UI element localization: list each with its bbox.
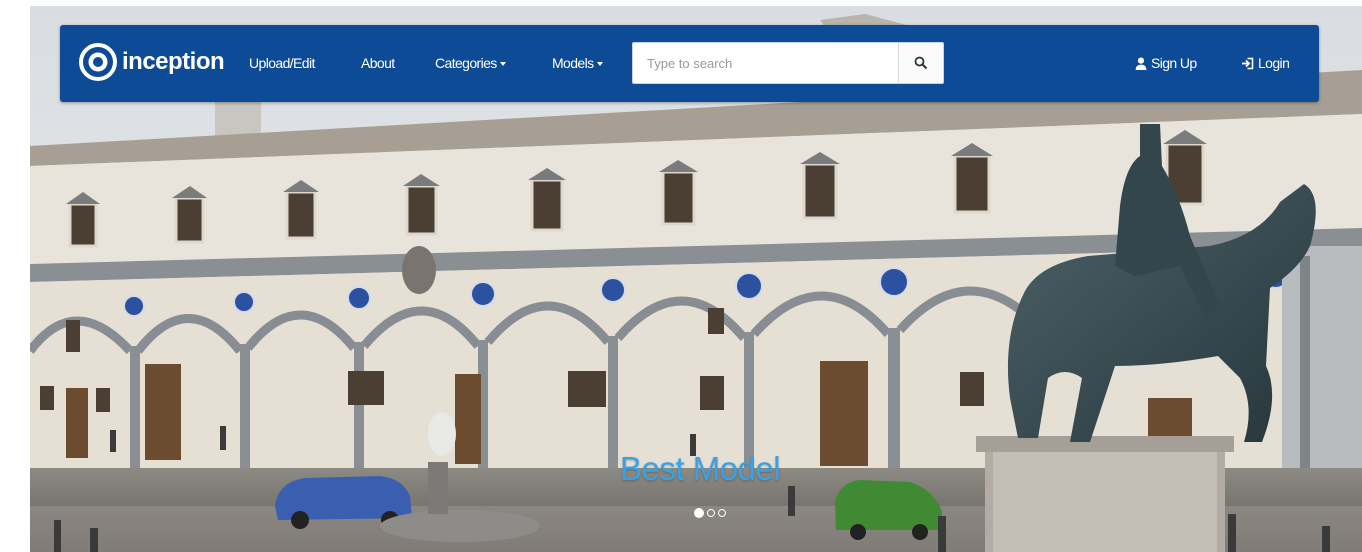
login-icon — [1242, 57, 1254, 70]
sign-up-label: Sign Up — [1151, 55, 1197, 71]
nav-login[interactable]: Login — [1241, 25, 1290, 102]
search-button[interactable] — [898, 43, 943, 83]
caret-down-icon — [499, 62, 506, 67]
caret-down-icon — [596, 62, 603, 67]
nav-sign-up[interactable]: Sign Up — [1135, 25, 1197, 102]
carousel-indicators — [694, 508, 726, 518]
nav-categories[interactable]: Categories — [435, 25, 506, 102]
brand[interactable]: inception — [78, 37, 225, 87]
brand-name: inception — [122, 48, 225, 75]
carousel-caption: Best Model — [620, 450, 781, 487]
login-label: Login — [1258, 55, 1290, 71]
nav-models[interactable]: Models — [552, 25, 603, 102]
nav-about[interactable]: About — [361, 25, 395, 102]
carousel-indicator-1[interactable] — [694, 508, 704, 518]
carousel-indicator-3[interactable] — [718, 509, 726, 517]
nav-upload-edit[interactable]: Upload/Edit — [249, 25, 315, 102]
search-icon — [914, 56, 928, 70]
nav-categories-label: Categories — [435, 55, 497, 71]
nav-models-label: Models — [552, 55, 594, 71]
top-navbar: inception Upload/Edit About Categories M… — [60, 25, 1319, 102]
carousel-indicator-2[interactable] — [707, 509, 715, 517]
user-icon — [1135, 57, 1147, 70]
inception-logo-icon — [79, 43, 117, 81]
search-box — [632, 42, 944, 84]
search-input[interactable] — [633, 43, 899, 83]
